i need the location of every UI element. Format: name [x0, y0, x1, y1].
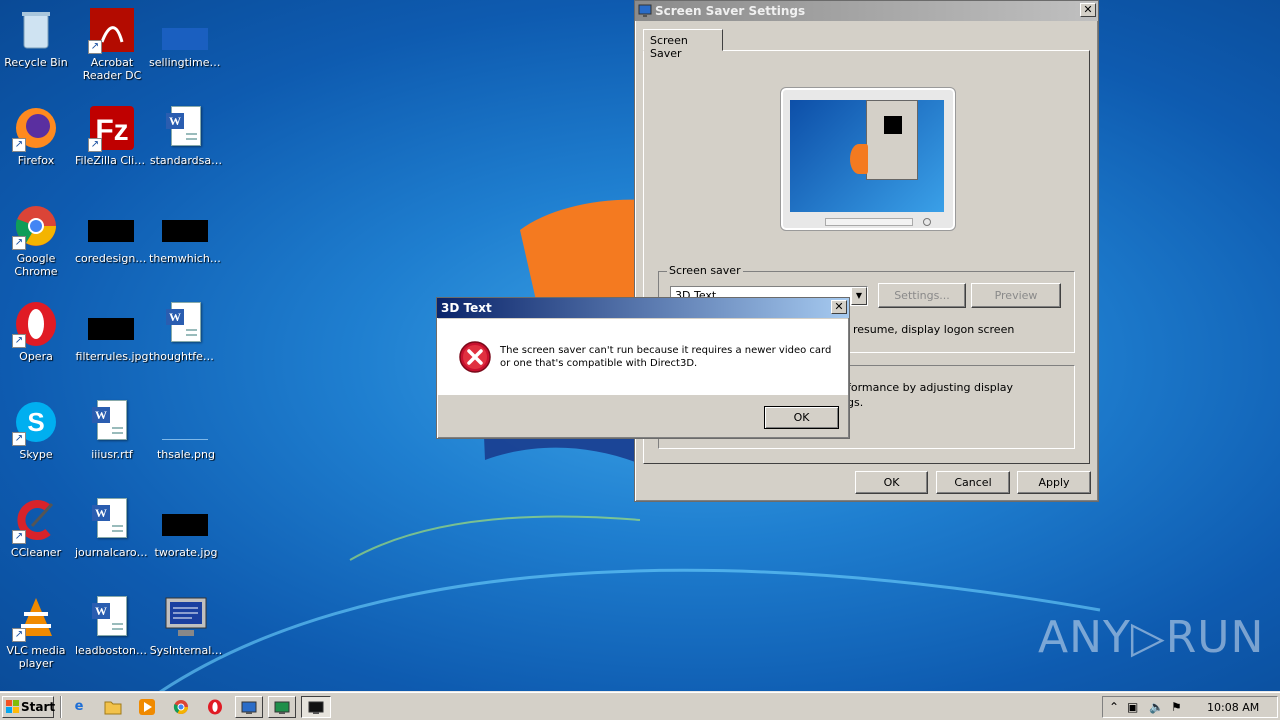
resume-logon-label: resume, display logon screen: [853, 323, 1015, 336]
close-button[interactable]: ✕: [831, 300, 847, 314]
desktop-icon-recycle-bin[interactable]: Recycle Bin: [0, 6, 74, 69]
desktop-icon-chrome[interactable]: ↗ Google Chrome: [0, 202, 74, 278]
taskbar-app-screensaver[interactable]: [301, 696, 331, 718]
file-icon: [162, 6, 210, 54]
filezilla-icon: Fz ↗: [88, 104, 136, 152]
close-button[interactable]: ✕: [1080, 3, 1096, 17]
image-icon: [162, 496, 210, 544]
system-tray: ⌃ ▣ 🔈 ⚑ 10:08 AM: [1102, 696, 1278, 718]
desktop-icon-acrobat[interactable]: ↗ Acrobat Reader DC: [74, 6, 150, 82]
preview-button[interactable]: Preview: [971, 283, 1061, 308]
desktop-icon-thsale[interactable]: thsale.png: [148, 398, 224, 461]
chrome-icon: ↗: [12, 202, 60, 250]
desktop-icon-opera[interactable]: ↗ Opera: [0, 300, 74, 363]
word-doc-icon: W: [88, 398, 136, 446]
sysinternals-icon: [162, 594, 210, 642]
desktop-icon-firefox[interactable]: ↗ Firefox: [0, 104, 74, 167]
power-text-line-1: formance by adjusting display: [847, 381, 1014, 394]
ie-icon[interactable]: e: [66, 696, 92, 718]
taskbar-app-control-panel[interactable]: [235, 696, 263, 718]
desktop-icon-leadboston[interactable]: W leadboston.rtf: [74, 594, 150, 657]
media-player-icon[interactable]: [134, 696, 160, 718]
recycle-bin-icon: [12, 6, 60, 54]
opera-icon[interactable]: [202, 696, 228, 718]
chevron-down-icon[interactable]: ▼: [851, 287, 867, 305]
desktop-icon-thoughtfem[interactable]: W thoughtfem…: [148, 300, 224, 363]
folder-icon[interactable]: [100, 696, 126, 718]
desktop-icon-filterrules[interactable]: filterrules.jpg: [74, 300, 150, 363]
anyrun-watermark: ANY▷RUN: [1038, 612, 1265, 663]
desktop-icon-ccleaner[interactable]: ↗ CCleaner: [0, 496, 74, 559]
taskbar: Start e ⌃ ▣ 🔈 ⚑ 10:08 AM: [0, 692, 1280, 720]
desktop-icon-tworate[interactable]: tworate.jpg: [148, 496, 224, 559]
screensaver-titlebar[interactable]: Screen Saver Settings ✕: [635, 1, 1098, 21]
start-button[interactable]: Start: [2, 696, 55, 718]
windows-logo-icon: [6, 700, 19, 713]
chrome-icon[interactable]: [168, 696, 194, 718]
vlc-icon: ↗: [12, 594, 60, 642]
error-message-line-2: or one that's compatible with Direct3D.: [500, 358, 698, 369]
word-doc-icon: W: [162, 104, 210, 152]
settings-button[interactable]: Settings...: [878, 283, 966, 308]
image-icon: [162, 398, 210, 446]
firefox-icon: ↗: [12, 104, 60, 152]
svg-text:S: S: [27, 407, 44, 437]
network-icon[interactable]: ▣: [1127, 700, 1138, 714]
error-message-area: [438, 319, 848, 395]
desktop-icon-skype[interactable]: S ↗ Skype: [0, 398, 74, 461]
error-message-line-1: The screen saver can't run because it re…: [500, 345, 832, 356]
word-doc-icon: W: [162, 300, 210, 348]
action-center-flag-icon[interactable]: ⚑: [1171, 700, 1182, 714]
desktop-icon-sysinternals[interactable]: SysInternal…: [148, 594, 224, 657]
taskbar-separator: [60, 696, 62, 718]
desktop-icon-coredesign[interactable]: coredesign.jpg: [74, 202, 150, 265]
desktop-icon-sellingtimes[interactable]: sellingtimes.…: [148, 6, 224, 69]
ok-button[interactable]: OK: [855, 471, 928, 494]
desktop-icon-themwhich[interactable]: themwhich.jpg: [148, 202, 224, 265]
image-icon: [162, 202, 210, 250]
desktop-icon-standardsa[interactable]: W standardsa…: [148, 104, 224, 167]
tab-screen-saver[interactable]: Screen Saver: [643, 29, 723, 60]
desktop-icon-vlc[interactable]: ↗ VLC media player: [0, 594, 74, 670]
clock[interactable]: 10:08 AM: [1207, 701, 1259, 714]
monitor-icon: [638, 4, 652, 17]
desktop-icon-filezilla[interactable]: Fz ↗ FileZilla Client: [74, 104, 150, 167]
image-icon: [88, 202, 136, 250]
acrobat-icon: ↗: [88, 6, 136, 54]
ok-button[interactable]: OK: [764, 406, 839, 429]
volume-icon[interactable]: 🔈: [1149, 700, 1164, 714]
word-doc-icon: W: [88, 496, 136, 544]
apply-button[interactable]: Apply: [1017, 471, 1091, 494]
ccleaner-icon: ↗: [12, 496, 60, 544]
show-hidden-icons-icon[interactable]: ⌃: [1109, 700, 1119, 714]
error-dialog-titlebar[interactable]: 3D Text ✕: [437, 298, 849, 318]
image-icon: [88, 300, 136, 348]
error-icon: [459, 341, 491, 373]
opera-icon: ↗: [12, 300, 60, 348]
desktop-icon-iiiusr[interactable]: W iiiusr.rtf: [74, 398, 150, 461]
desktop-icon-journalcaroli[interactable]: W journalcaroli…: [74, 496, 150, 559]
preview-screen: [790, 100, 944, 212]
error-dialog: 3D Text ✕ The screen saver can't run bec…: [436, 297, 850, 439]
taskbar-app-display[interactable]: [268, 696, 296, 718]
skype-icon: S ↗: [12, 398, 60, 446]
monitor-preview: [780, 87, 956, 231]
word-doc-icon: W: [88, 594, 136, 642]
cancel-button[interactable]: Cancel: [936, 471, 1010, 494]
